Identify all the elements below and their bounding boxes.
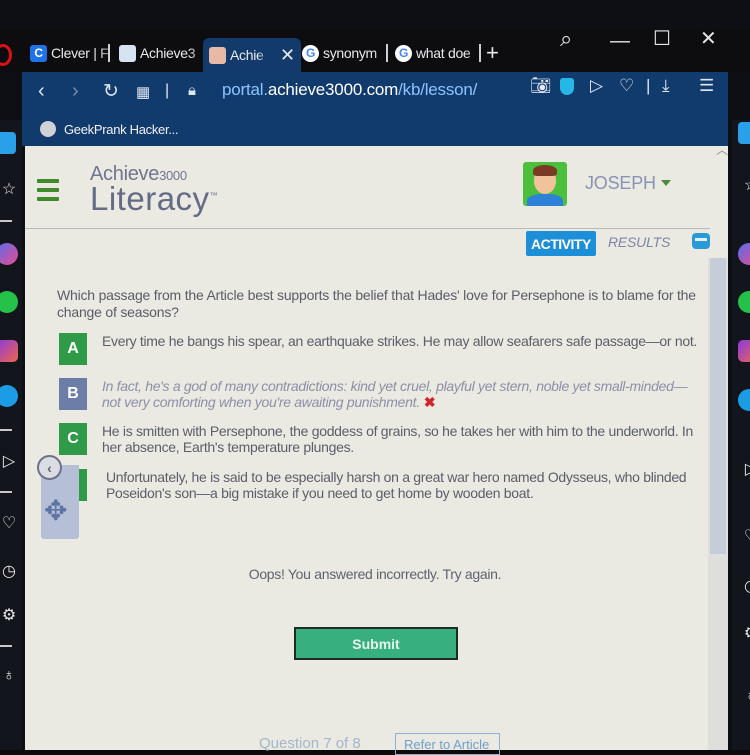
avatar-body bbox=[527, 194, 563, 206]
sidebar-divider bbox=[0, 429, 12, 431]
google-favicon-icon: G bbox=[302, 44, 319, 62]
tab-separator bbox=[386, 44, 388, 62]
option-text[interactable]: Every time he bangs his spear, an earthq… bbox=[102, 333, 702, 349]
move-arrows-icon[interactable]: ✥ bbox=[44, 494, 67, 527]
url-domain: achieve3000.com bbox=[267, 80, 399, 99]
clever-favicon-icon: C bbox=[30, 44, 47, 62]
collapse-chevron-left-icon[interactable]: ‹ bbox=[37, 455, 62, 480]
option-letter-badge[interactable]: C bbox=[59, 423, 87, 455]
home-icon[interactable] bbox=[0, 132, 16, 154]
speed-dial-icon[interactable]: ▦ bbox=[136, 83, 150, 101]
option-letter-badge[interactable]: A bbox=[59, 333, 87, 365]
sidebar-divider bbox=[0, 491, 12, 493]
avatar-hair bbox=[533, 165, 557, 176]
tab-separator bbox=[108, 44, 110, 62]
trollface-favicon-icon bbox=[40, 121, 56, 137]
url-prefix: portal. bbox=[222, 80, 268, 99]
bookmark-geekprank[interactable]: GeekPrank Hacker... bbox=[40, 121, 179, 137]
hamburger-line bbox=[37, 179, 59, 183]
download-icon[interactable]: ⤓ bbox=[662, 76, 670, 96]
search-icon[interactable]: ⌕ bbox=[560, 26, 572, 52]
tab-results[interactable]: RESULTS bbox=[608, 234, 670, 250]
tab-label: synonym bbox=[323, 45, 377, 61]
brand-product: Literacy bbox=[90, 180, 210, 217]
google-favicon-icon: G bbox=[395, 44, 412, 62]
send-icon[interactable]: ▷ bbox=[590, 76, 603, 96]
brand-logo-main: Literacy™ bbox=[90, 180, 218, 218]
forward-button[interactable]: › bbox=[72, 80, 79, 103]
menu-hamburger-icon[interactable] bbox=[37, 179, 59, 201]
home-icon[interactable] bbox=[738, 122, 750, 144]
scroll-up-arrow[interactable]: ︿ bbox=[716, 141, 728, 158]
tab-label: Achie bbox=[230, 47, 264, 63]
print-icon[interactable] bbox=[692, 233, 710, 249]
incorrect-x-icon: ✖ bbox=[423, 394, 436, 410]
question-progress: Question 7 of 8 bbox=[259, 735, 361, 752]
header-divider bbox=[25, 228, 710, 229]
minimize-button[interactable]: — bbox=[610, 30, 630, 53]
hamburger-line bbox=[37, 188, 59, 192]
new-tab-button[interactable]: + bbox=[486, 38, 499, 68]
sidebar-divider bbox=[0, 220, 12, 222]
tab-achieve-active[interactable]: Achie ✕ bbox=[203, 38, 301, 72]
toolbar-divider: | bbox=[165, 82, 170, 99]
sidebar-divider bbox=[0, 645, 12, 647]
tab-label: Achieve3 bbox=[140, 45, 196, 61]
instagram-icon[interactable] bbox=[0, 340, 18, 362]
option-text[interactable]: Unfortunately, he is said to be especial… bbox=[106, 469, 706, 501]
user-menu-caret-icon[interactable] bbox=[661, 180, 671, 186]
maximize-button[interactable]: ☐ bbox=[653, 26, 671, 51]
option-text[interactable]: He is smitten with Persephone, the godde… bbox=[102, 423, 702, 455]
tab-what-does[interactable]: G what doe bbox=[395, 38, 488, 68]
tab-activity[interactable]: ACTIVITY bbox=[526, 231, 596, 256]
instagram-icon[interactable] bbox=[738, 340, 750, 362]
toolbar-divider: | bbox=[646, 76, 651, 95]
tab-synonym[interactable]: G synonym bbox=[302, 38, 395, 68]
hamburger-line bbox=[37, 197, 59, 201]
url-path: /kb/lesson/ bbox=[398, 80, 478, 99]
scrollbar-thumb[interactable] bbox=[710, 258, 726, 554]
user-name[interactable]: JOSEPH bbox=[585, 173, 656, 194]
close-tab-icon[interactable]: ✕ bbox=[280, 45, 295, 66]
feedback-message: Oops! You answered incorrectly. Try agai… bbox=[248, 566, 502, 582]
bookmark-label: GeekPrank Hacker... bbox=[64, 121, 179, 137]
reload-icon[interactable]: ↻ bbox=[103, 80, 119, 103]
tab-clever[interactable]: C Clever | F bbox=[30, 38, 119, 68]
refer-to-article-button[interactable]: Refer to Article bbox=[395, 733, 500, 755]
option-letter-badge[interactable]: B bbox=[59, 378, 87, 410]
submit-button[interactable]: Submit bbox=[294, 627, 458, 660]
option-text[interactable]: In fact, he's a god of many contradictio… bbox=[102, 378, 702, 410]
option-text-content: In fact, he's a god of many contradictio… bbox=[102, 378, 688, 410]
trademark-mark: ™ bbox=[209, 191, 219, 200]
settings-sliders-icon[interactable]: ☰ bbox=[699, 76, 714, 96]
back-button[interactable]: ‹ bbox=[38, 80, 45, 103]
achieve-favicon-icon bbox=[119, 44, 136, 62]
url-field[interactable]: portal.achieve3000.com/kb/lesson/ bbox=[222, 80, 477, 100]
opera-sidebar-left bbox=[0, 120, 22, 750]
close-window-button[interactable]: ✕ bbox=[700, 26, 717, 51]
camera-icon[interactable]: 📷︎ bbox=[530, 76, 552, 96]
tab-separator bbox=[479, 44, 481, 62]
tab-achieve3000[interactable]: Achieve3 bbox=[119, 38, 210, 68]
tab-label: what doe bbox=[416, 45, 471, 61]
heart-icon[interactable]: ♡ bbox=[619, 76, 634, 96]
lock-icon: 🔒︎ bbox=[188, 82, 196, 99]
achieve-logo-favicon-icon bbox=[209, 46, 226, 64]
opera-sidebar-right bbox=[732, 120, 750, 750]
user-avatar[interactable] bbox=[523, 162, 567, 206]
shield-icon[interactable] bbox=[560, 78, 574, 95]
screen: C Clever | F Achieve3 Achie ✕ G synonym … bbox=[0, 0, 750, 755]
question-text: Which passage from the Article best supp… bbox=[57, 287, 696, 320]
